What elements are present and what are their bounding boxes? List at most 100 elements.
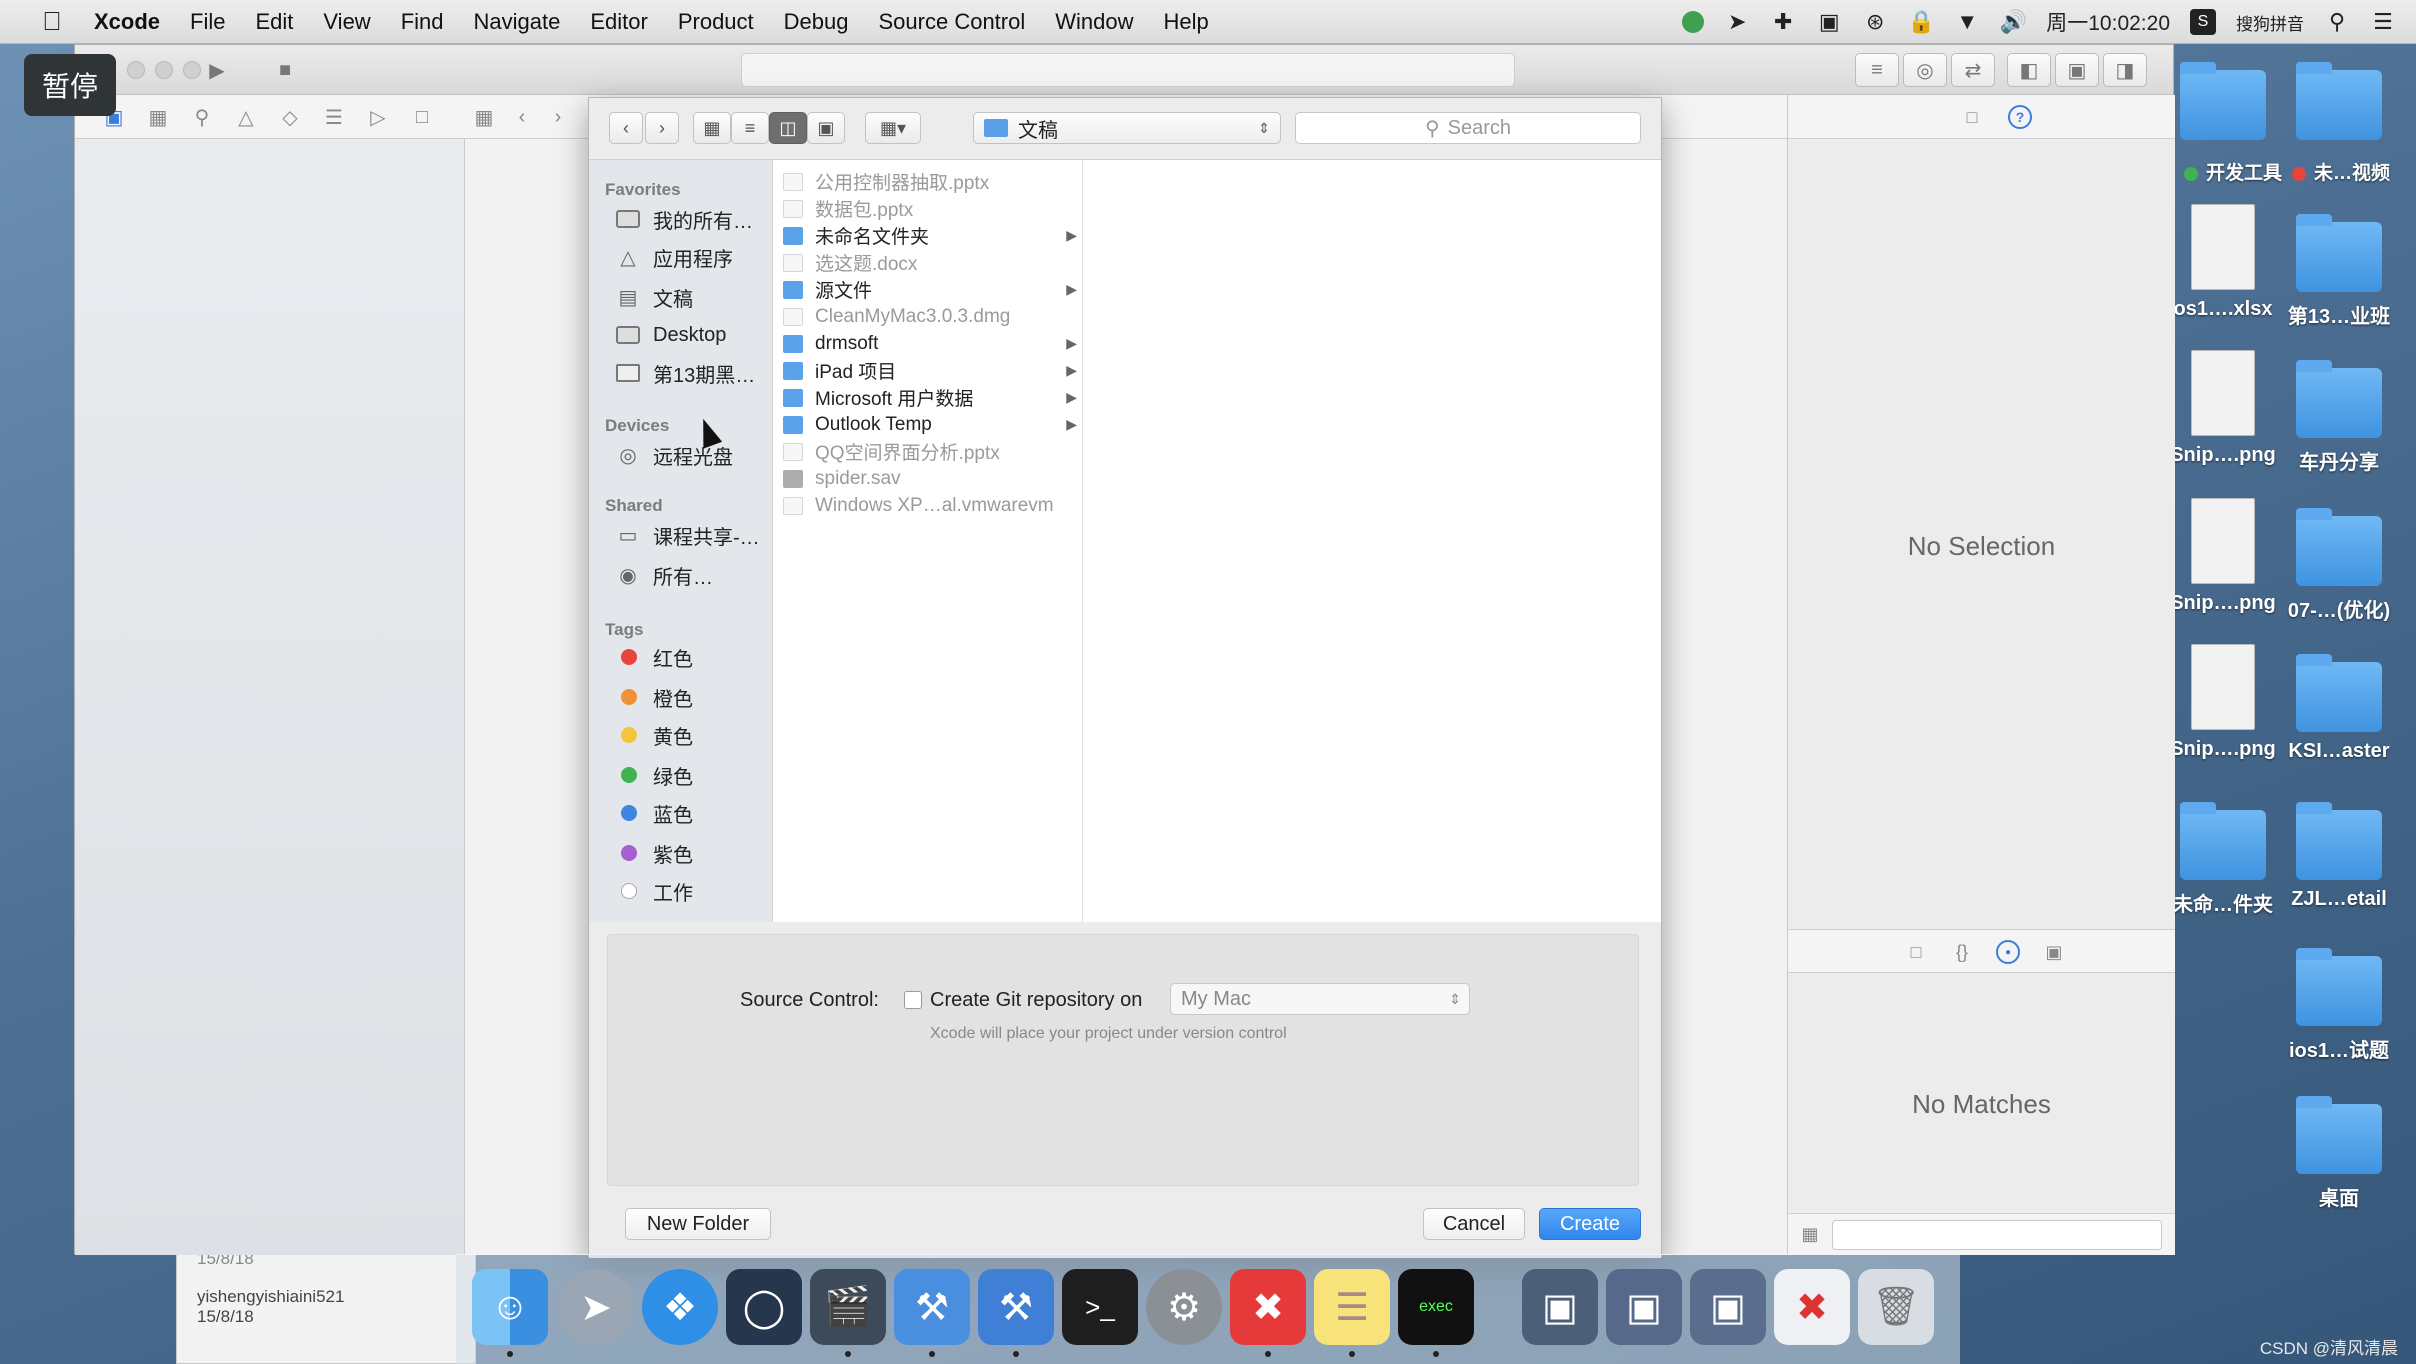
file-row[interactable]: 选这题.docx xyxy=(783,249,1079,276)
folder-row[interactable]: Microsoft 用户数据 ▶ xyxy=(783,384,1079,411)
assistant-editor-button[interactable]: ◎ xyxy=(1903,53,1947,87)
stop-button[interactable]: ■ xyxy=(263,53,307,87)
list-view-button[interactable]: ≡ xyxy=(731,112,769,144)
console-icon[interactable]: exec xyxy=(1398,1269,1474,1345)
forward-button[interactable]: › xyxy=(645,112,679,144)
xmind-icon[interactable]: ✖ xyxy=(1230,1269,1306,1345)
related-items-icon[interactable]: ▦ xyxy=(471,105,497,129)
sidebar-tag-green[interactable]: 绿色 xyxy=(615,758,693,792)
file-row[interactable]: 数据包.pptx xyxy=(783,195,1079,222)
plus-icon[interactable]: ✚ xyxy=(1770,9,1796,35)
desktop-icon-folder-untitled[interactable]: 未命…件夹 xyxy=(2158,802,2288,917)
menu-find[interactable]: Find xyxy=(401,9,444,35)
desktop-icon-folder-zjl[interactable]: ZJL…etail xyxy=(2274,802,2404,911)
sidebar-item-desktop[interactable]: Desktop xyxy=(615,318,726,352)
folder-row[interactable]: 源文件 ▶ xyxy=(783,276,1079,303)
display-icon-2[interactable]: ▣ xyxy=(1606,1269,1682,1345)
sidebar-item-documents[interactable]: ▤ 文稿 xyxy=(615,280,693,314)
launchpad-icon[interactable]: ➤ xyxy=(558,1269,634,1345)
movie-app-icon[interactable]: 🎬 xyxy=(810,1269,886,1345)
file-row[interactable]: 公用控制器抽取.pptx xyxy=(783,168,1079,195)
mouse-app-icon[interactable]: ◯ xyxy=(726,1269,802,1345)
breakpoint-navigator-icon[interactable]: ▷ xyxy=(365,105,391,129)
file-row[interactable]: spider.sav xyxy=(783,465,1079,492)
notification-center-icon[interactable]: ☰ xyxy=(2370,9,2396,35)
media-library-icon[interactable]: ▣ xyxy=(2042,940,2066,964)
sidebar-tag-red[interactable]: 红色 xyxy=(615,640,693,674)
folder-row[interactable]: iPad 项目 ▶ xyxy=(783,357,1079,384)
sidebar-tag-work[interactable]: 工作 xyxy=(615,874,693,908)
input-method-icon[interactable]: S xyxy=(2190,9,2216,35)
status-app-icon[interactable] xyxy=(1682,11,1705,33)
symbol-navigator-icon[interactable]: ▦ xyxy=(145,105,171,129)
finder-icon[interactable]: ☺ xyxy=(472,1269,548,1345)
location-icon[interactable]: ➤ xyxy=(1724,9,1750,35)
forward-arrow-icon[interactable]: › xyxy=(545,105,571,129)
sidebar-item-course-share[interactable]: ▭ 课程共享-… xyxy=(615,518,760,552)
quick-help-icon[interactable]: ? xyxy=(2008,105,2032,129)
spotlight-search-icon[interactable]: ⚲ xyxy=(2324,9,2350,35)
folder-row[interactable]: drmsoft ▶ xyxy=(783,330,1079,357)
display-icon-1[interactable]: ▣ xyxy=(1522,1269,1598,1345)
desktop-icon-folder-share[interactable]: 车丹分享 xyxy=(2274,360,2404,475)
menu-source-control[interactable]: Source Control xyxy=(879,9,1026,35)
debug-navigator-icon[interactable]: ☰ xyxy=(321,105,347,129)
toggle-utilities-button[interactable]: ◨ xyxy=(2103,53,2147,87)
desktop-icon-xlsx[interactable]: os1….xlsx xyxy=(2158,204,2288,321)
desktop-icon-snip-3[interactable]: Snip….png xyxy=(2158,644,2288,761)
xcode-icon[interactable]: ⚒ xyxy=(894,1269,970,1345)
desktop-icon-folder-07[interactable]: 07-…(优化) xyxy=(2274,508,2404,623)
cancel-button[interactable]: Cancel xyxy=(1423,1208,1525,1240)
back-arrow-icon[interactable]: ‹ xyxy=(509,105,535,129)
menu-editor[interactable]: Editor xyxy=(590,9,647,35)
new-folder-button[interactable]: New Folder xyxy=(625,1208,771,1240)
search-field[interactable]: ⚲ Search xyxy=(1295,112,1641,144)
terminal-icon[interactable]: >_ xyxy=(1062,1269,1138,1345)
safari-icon[interactable]: ❖ xyxy=(642,1269,718,1345)
display-icon-3[interactable]: ▣ xyxy=(1690,1269,1766,1345)
create-button[interactable]: Create xyxy=(1539,1208,1641,1240)
desktop-icon-folder-desktop[interactable]: 桌面 xyxy=(2274,1096,2404,1211)
run-button[interactable]: ▶ xyxy=(195,53,239,87)
window-close-button[interactable] xyxy=(127,61,145,79)
menu-product[interactable]: Product xyxy=(678,9,754,35)
sidebar-tag-purple[interactable]: 紫色 xyxy=(615,836,693,870)
file-row[interactable]: QQ空间界面分析.pptx xyxy=(783,438,1079,465)
screen-record-icon[interactable]: ▣ xyxy=(1816,9,1842,35)
desktop-folder-top-2[interactable] xyxy=(2274,62,2404,148)
desktop-label-videos[interactable]: 未…视频 xyxy=(2276,158,2406,185)
object-library-icon[interactable]: ● xyxy=(1996,940,2020,964)
system-preferences-icon[interactable]: ⚙ xyxy=(1146,1269,1222,1345)
window-minimize-button[interactable] xyxy=(155,61,173,79)
desktop-icon-snip-1[interactable]: Snip….png xyxy=(2158,350,2288,467)
git-repo-location-popup[interactable]: My Mac ⇕ xyxy=(1170,983,1470,1015)
desktop-folder-top-1[interactable] xyxy=(2158,62,2288,148)
cover-flow-button[interactable]: ▣ xyxy=(807,112,845,144)
menu-clock[interactable]: 周一10:02:20 xyxy=(2046,7,2170,37)
desktop-icon-snip-2[interactable]: Snip….png xyxy=(2158,498,2288,615)
input-method-label[interactable]: 搜狗拼音 xyxy=(2236,10,2304,35)
folder-row[interactable]: 未命名文件夹 ▶ xyxy=(783,222,1079,249)
toggle-debug-area-button[interactable]: ▣ xyxy=(2055,53,2099,87)
test-navigator-icon[interactable]: ◇ xyxy=(277,105,303,129)
library-filter-input[interactable] xyxy=(1832,1220,2162,1250)
file-row[interactable]: CleanMyMac3.0.3.dmg xyxy=(783,303,1079,330)
code-snippet-library-icon[interactable]: {} xyxy=(1950,940,1974,964)
apple-icon[interactable]:  xyxy=(36,6,68,38)
volume-icon[interactable]: 🔊 xyxy=(2000,9,2027,35)
create-git-repo-label[interactable]: Create Git repository on xyxy=(930,989,1142,1012)
arrange-button[interactable]: ▦▾ xyxy=(865,112,921,144)
desktop-icon-folder-ios[interactable]: ios1…试题 xyxy=(2274,948,2404,1063)
file-row[interactable]: Windows XP…al.vmwarevm xyxy=(783,492,1079,519)
icon-view-button[interactable]: ▦ xyxy=(693,112,731,144)
report-navigator-icon[interactable]: □ xyxy=(409,105,435,129)
desktop-icon-folder-ksi[interactable]: KSI…aster xyxy=(2274,654,2404,763)
menu-file[interactable]: File xyxy=(190,9,225,35)
sidebar-tag-orange[interactable]: 橙色 xyxy=(615,680,693,714)
menu-app-name[interactable]: Xcode xyxy=(94,9,160,35)
version-editor-button[interactable]: ⇄ xyxy=(1951,53,1995,87)
sidebar-tag-yellow[interactable]: 黄色 xyxy=(615,718,693,752)
menu-view[interactable]: View xyxy=(323,9,370,35)
menu-navigate[interactable]: Navigate xyxy=(474,9,561,35)
menu-help[interactable]: Help xyxy=(1164,9,1209,35)
